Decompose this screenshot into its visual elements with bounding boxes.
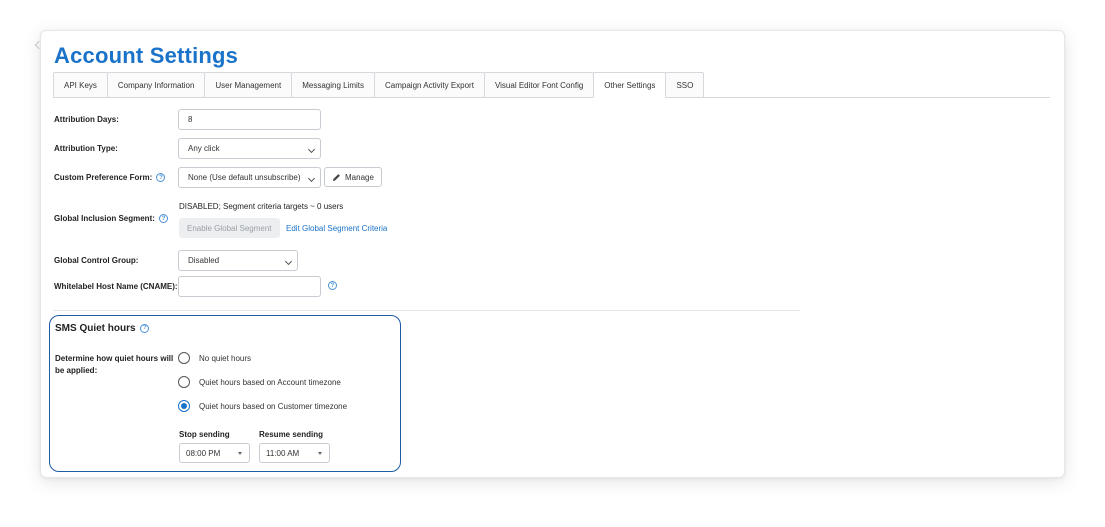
tab-campaign-activity-export[interactable]: Campaign Activity Export: [374, 72, 485, 97]
tab-messaging-limits[interactable]: Messaging Limits: [291, 72, 376, 97]
custom-preference-form-select[interactable]: None (Use default unsubscribe): [178, 167, 321, 188]
tab-user-management[interactable]: User Management: [204, 72, 293, 97]
custom-preference-form-label-text: Custom Preference Form:: [54, 173, 153, 182]
radio-label: Quiet hours based on Account timezone: [199, 377, 341, 387]
global-control-group-label: Global Control Group:: [54, 256, 139, 265]
resume-sending-label: Resume sending: [259, 430, 324, 439]
quiet-hours-description: Determine how quiet hours will be applie…: [55, 354, 174, 375]
radio-label: Quiet hours based on Customer timezone: [199, 401, 348, 411]
caret-down-icon: [318, 452, 322, 455]
radio-customer-timezone[interactable]: Quiet hours based on Customer timezone: [178, 400, 347, 412]
custom-preference-form-label: Custom Preference Form: ?: [54, 173, 166, 183]
help-icon[interactable]: ?: [156, 173, 166, 183]
global-segment-status: DISABLED; Segment criteria targets ~ 0 u…: [179, 202, 344, 211]
global-inclusion-segment-label: Global Inclusion Segment: ?: [54, 214, 169, 224]
global-inclusion-segment-label-text: Global Inclusion Segment:: [54, 214, 155, 223]
manage-button[interactable]: Manage: [324, 167, 382, 187]
stop-sending-value: 08:00 PM: [186, 448, 221, 458]
attribution-type-select[interactable]: Any click: [178, 138, 321, 159]
tab-sso[interactable]: SSO: [665, 72, 705, 97]
attribution-days-input[interactable]: 8: [178, 109, 321, 130]
caret-down-icon: [238, 452, 242, 455]
tab-api-keys[interactable]: API Keys: [53, 72, 108, 97]
radio-button-selected[interactable]: [178, 400, 190, 412]
enable-global-segment-button[interactable]: Enable Global Segment: [179, 218, 280, 238]
manage-button-label: Manage: [345, 172, 374, 182]
tab-other-settings[interactable]: Other Settings: [593, 72, 667, 98]
attribution-days-label: Attribution Days:: [54, 115, 119, 124]
global-control-group-value: Disabled: [188, 256, 220, 265]
whitelabel-host-input[interactable]: [178, 276, 321, 297]
stop-sending-label: Stop sending: [179, 430, 230, 439]
radio-label: No quiet hours: [199, 353, 252, 363]
sms-quiet-hours-title: SMS Quiet hours ?: [55, 323, 150, 334]
global-control-group-select[interactable]: Disabled: [178, 250, 298, 271]
page-title: Account Settings: [54, 43, 239, 68]
radio-button[interactable]: [178, 352, 190, 364]
attribution-type-value: Any click: [188, 144, 220, 153]
pencil-icon: [332, 173, 340, 181]
radio-no-quiet-hours[interactable]: No quiet hours: [178, 352, 251, 364]
custom-preference-form-value: None (Use default unsubscribe): [188, 173, 301, 182]
help-icon[interactable]: ?: [328, 281, 337, 290]
account-settings-window: Account Settings API Keys Company Inform…: [40, 30, 1065, 478]
resume-sending-select[interactable]: 11:00 AM: [259, 443, 330, 463]
resume-sending-value: 11:00 AM: [266, 448, 300, 458]
tab-visual-editor-font-config[interactable]: Visual Editor Font Config: [483, 72, 595, 97]
tab-company-information[interactable]: Company Information: [106, 72, 206, 97]
help-icon[interactable]: ?: [159, 214, 169, 224]
whitelabel-host-label: Whitelabel Host Name (CNAME):: [54, 282, 178, 291]
section-divider: [53, 310, 800, 311]
radio-button[interactable]: [178, 376, 190, 388]
sms-quiet-hours-panel: SMS Quiet hours ? Determine how quiet ho…: [49, 315, 401, 472]
tab-bar: API Keys Company Information User Manage…: [53, 72, 1050, 98]
help-icon[interactable]: ?: [140, 323, 150, 333]
stop-sending-select[interactable]: 08:00 PM: [179, 443, 250, 463]
radio-account-timezone[interactable]: Quiet hours based on Account timezone: [178, 376, 341, 388]
sms-quiet-hours-title-text: SMS Quiet hours: [55, 323, 136, 334]
edit-global-segment-criteria-link[interactable]: Edit Global Segment Criteria: [286, 224, 387, 233]
attribution-type-label: Attribution Type:: [54, 144, 118, 153]
